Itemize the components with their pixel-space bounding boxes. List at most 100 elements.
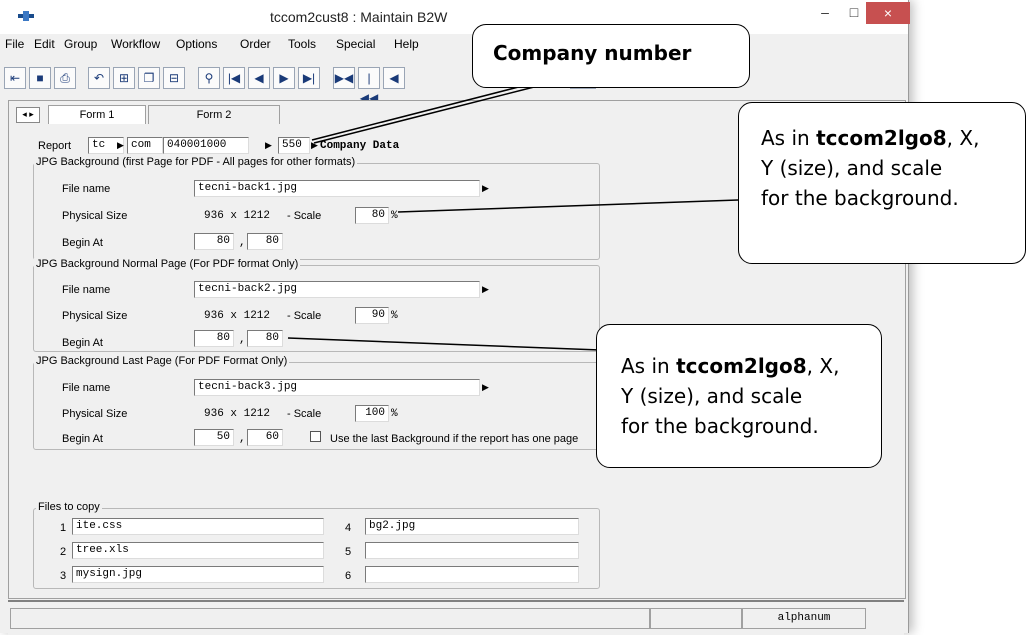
menu-help[interactable]: Help xyxy=(394,37,419,51)
begin-y-field[interactable]: 80 xyxy=(247,330,283,347)
menu-file[interactable]: File xyxy=(5,37,24,51)
file-to-copy-field[interactable]: ite.css xyxy=(72,518,324,535)
file-to-copy-field[interactable]: bg2.jpg xyxy=(365,518,579,535)
copy-button[interactable]: ❐ xyxy=(138,67,160,89)
percent-sign: % xyxy=(391,408,398,420)
save-button[interactable]: ■ xyxy=(29,67,51,89)
zoom-arrow-icon[interactable]: ▶ xyxy=(265,140,272,151)
save-icon: ■ xyxy=(36,71,44,85)
menu-workflow[interactable]: Workflow xyxy=(111,37,160,51)
file-name-label: File name xyxy=(62,284,111,296)
next-record-icon: ▶ xyxy=(279,71,289,85)
title-bar: tccom2cust8 : Maintain B2W – □ × xyxy=(0,0,910,34)
file-number: 3 xyxy=(60,570,67,582)
file-name-field[interactable]: tecni-back3.jpg xyxy=(194,379,480,396)
menu-group[interactable]: Group xyxy=(64,37,97,51)
zoom-arrow-icon[interactable]: ▶ xyxy=(482,284,489,295)
scale-label: - Scale xyxy=(287,310,322,322)
report-module-field[interactable]: com xyxy=(127,137,163,154)
group-title: Files to copy xyxy=(36,501,102,513)
last-record-button[interactable]: ▶| xyxy=(298,67,320,89)
report-field-field[interactable]: 550 xyxy=(278,137,310,154)
find-button[interactable]: ⚲ xyxy=(198,67,220,89)
first-group-icon: ▶◀ xyxy=(334,71,354,85)
scale-field[interactable]: 90 xyxy=(355,307,389,324)
tab-form-2[interactable]: Form 2 xyxy=(148,105,280,124)
menu-edit[interactable]: Edit xyxy=(34,37,55,51)
comma-separator: , xyxy=(239,334,246,346)
comma-separator: , xyxy=(239,433,246,445)
delete-button[interactable]: ⊟ xyxy=(163,67,185,89)
menu-options[interactable]: Options xyxy=(176,37,217,51)
menu-tools[interactable]: Tools xyxy=(288,37,316,51)
physical-size-value: 936 x 1212 xyxy=(204,210,271,222)
undo-icon: ↶ xyxy=(93,71,105,85)
delete-icon: ⊟ xyxy=(168,71,180,85)
physical-size-value: 936 x 1212 xyxy=(204,408,271,420)
previous-button[interactable]: ◀ xyxy=(383,67,405,89)
file-name-field[interactable]: tecni-back1.jpg xyxy=(194,180,480,197)
first-record-button[interactable]: |◀ xyxy=(223,67,245,89)
report-table-field[interactable]: 040001000 xyxy=(163,137,249,154)
exit-button[interactable]: ⇤ xyxy=(4,67,26,89)
toolbar: ⇤ ■ ⎙ ↶ ⊞ ❐ ⊟ ⚲ |◀ ◀ ▶ ▶| ▶◀ |◀◀ ◀ xyxy=(0,55,908,105)
first-group-button[interactable]: ▶◀ xyxy=(333,67,355,89)
print-button[interactable]: ⎙ xyxy=(54,67,76,89)
zoom-arrow-icon[interactable]: ▶ xyxy=(311,140,318,151)
physical-size-label: Physical Size xyxy=(62,310,128,322)
undo-button[interactable]: ↶ xyxy=(88,67,110,89)
status-cell xyxy=(650,608,742,629)
callout-text: As in tccom2lgo8, X, Y (size), and scale f… xyxy=(621,354,840,438)
percent-sign: % xyxy=(391,210,398,222)
menu-bar: File Edit Group Workflow Options Order T… xyxy=(0,34,908,54)
previous-group-button[interactable]: |◀◀ xyxy=(358,67,380,105)
begin-at-label: Begin At xyxy=(62,433,103,445)
file-to-copy-field[interactable] xyxy=(365,542,579,559)
physical-size-label: Physical Size xyxy=(62,408,128,420)
use-last-background-checkbox[interactable] xyxy=(310,431,321,442)
file-number: 4 xyxy=(345,522,352,534)
insert-icon: ⊞ xyxy=(118,71,130,85)
begin-y-field[interactable]: 60 xyxy=(247,429,283,446)
close-button[interactable]: × xyxy=(866,2,910,24)
menu-special[interactable]: Special xyxy=(336,37,375,51)
menu-order[interactable]: Order xyxy=(240,37,271,51)
previous-record-button[interactable]: ◀ xyxy=(248,67,270,89)
next-record-button[interactable]: ▶ xyxy=(273,67,295,89)
scale-label: - Scale xyxy=(287,408,322,420)
use-last-background-label: Use the last Background if the report ha… xyxy=(330,433,579,445)
begin-at-label: Begin At xyxy=(62,337,103,349)
file-number: 2 xyxy=(60,546,67,558)
zoom-arrow-icon[interactable]: ▶ xyxy=(117,140,124,151)
file-to-copy-field[interactable]: tree.xls xyxy=(72,542,324,559)
file-to-copy-field[interactable]: mysign.jpg xyxy=(72,566,324,583)
insert-button[interactable]: ⊞ xyxy=(113,67,135,89)
find-icon: ⚲ xyxy=(204,71,214,85)
file-name-field[interactable]: tecni-back2.jpg xyxy=(194,281,480,298)
file-number: 6 xyxy=(345,570,352,582)
first-record-icon: |◀ xyxy=(227,71,241,85)
callout-text: Company number xyxy=(493,41,692,65)
begin-at-callout: As in tccom2lgo8, X, Y (size), and scale f… xyxy=(596,324,882,468)
tab-form-1[interactable]: Form 1 xyxy=(48,105,146,124)
group-title: JPG Background (first Page for PDF - All… xyxy=(34,156,358,168)
comma-separator: , xyxy=(239,237,246,249)
begin-x-field[interactable]: 80 xyxy=(194,233,234,250)
scale-field[interactable]: 100 xyxy=(355,405,389,422)
print-icon: ⎙ xyxy=(60,71,70,85)
group-title: JPG Background Normal Page (For PDF form… xyxy=(34,258,301,270)
begin-x-field[interactable]: 50 xyxy=(194,429,234,446)
begin-x-field[interactable]: 80 xyxy=(194,330,234,347)
zoom-arrow-icon[interactable]: ▶ xyxy=(482,382,489,393)
zoom-arrow-icon[interactable]: ▶ xyxy=(482,183,489,194)
scale-callout: As in tccom2lgo8, X, Y (size), and scale f… xyxy=(738,102,1026,264)
callout-text: As in tccom2lgo8, X, Y (size), and scale f… xyxy=(761,126,980,210)
file-to-copy-field[interactable] xyxy=(365,566,579,583)
company-number-callout: Company number xyxy=(472,24,750,88)
scale-field[interactable]: 80 xyxy=(355,207,389,224)
tab-scroll-arrows[interactable]: ◂ ▸ xyxy=(16,107,40,123)
report-label: Report xyxy=(38,140,72,152)
file-name-label: File name xyxy=(62,183,111,195)
begin-y-field[interactable]: 80 xyxy=(247,233,283,250)
previous-icon: ◀ xyxy=(389,71,399,85)
